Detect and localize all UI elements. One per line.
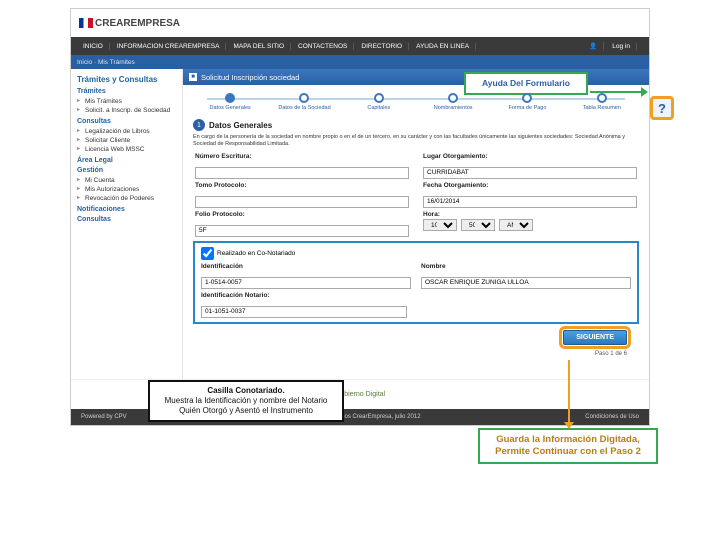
logo: CREAREMPRESA bbox=[79, 18, 180, 29]
sidebar-item[interactable]: Mis Autorizaciones bbox=[77, 185, 176, 194]
sidebar-item[interactable]: Revocación de Poderes bbox=[77, 194, 176, 203]
input-ident-not[interactable] bbox=[201, 306, 407, 318]
section-datos: 1 Datos Generales En cargo de la personer… bbox=[183, 115, 649, 363]
sub-nav: Inicio · Mis Trámites bbox=[71, 55, 649, 69]
logo-bar: CREAREMPRESA bbox=[71, 9, 649, 37]
side-group-tramites: Trámites bbox=[77, 88, 176, 95]
side-group-cons2: Consultas bbox=[77, 216, 176, 223]
sidebar-item[interactable]: Mis Trámites bbox=[77, 97, 176, 106]
nav-contact[interactable]: CONTACTENOS bbox=[292, 43, 354, 50]
content: Trámites y Consultas Trámites Mis Trámit… bbox=[71, 69, 649, 379]
select-hora[interactable]: 10 bbox=[423, 219, 457, 231]
sidebar-item[interactable]: Mi Cuenta bbox=[77, 176, 176, 185]
input-nombre[interactable] bbox=[421, 277, 631, 289]
side-group-consultas: Consultas bbox=[77, 118, 176, 125]
login-link[interactable]: 👤Log in bbox=[577, 42, 643, 50]
chk-conotariado[interactable]: Realizado en Co-Notariado bbox=[201, 247, 631, 260]
nav-mapa[interactable]: MAPA DEL SITIO bbox=[227, 43, 291, 50]
lbl-tomo: Tomo Protocolo: bbox=[195, 182, 409, 189]
select-min[interactable]: 50 bbox=[461, 219, 495, 231]
nav-dir[interactable]: DIRECTORIO bbox=[355, 43, 409, 50]
side-group-notif: Notificaciones bbox=[77, 206, 176, 213]
callout-notary: Casilla Conotariado. Muestra la Identifi… bbox=[148, 380, 344, 422]
step-5[interactable]: Forma de Pago bbox=[490, 93, 564, 111]
input-lugar[interactable] bbox=[423, 167, 637, 179]
form-icon: ■ bbox=[189, 73, 197, 81]
lbl-hora: Hora: bbox=[423, 211, 637, 218]
main-panel: ■ Solicitud Inscripción sociedad Datos Ge… bbox=[183, 69, 649, 379]
help-button[interactable]: ? bbox=[650, 96, 674, 120]
side-group-gestion: Gestión bbox=[77, 167, 176, 174]
callout-notary-title: Casilla Conotariado. bbox=[158, 386, 334, 396]
user-icon: 👤 bbox=[583, 42, 604, 50]
input-folio[interactable] bbox=[195, 225, 409, 237]
step-3[interactable]: Capitales bbox=[342, 93, 416, 111]
input-fecha[interactable] bbox=[423, 196, 637, 208]
sidebar-item[interactable]: Solicitar Cliente bbox=[77, 136, 176, 145]
lbl-numero: Número Escritura: bbox=[195, 153, 409, 160]
section-desc: En cargo de la personería de la sociedad… bbox=[193, 134, 639, 147]
sidebar: Trámites y Consultas Trámites Mis Trámit… bbox=[71, 69, 183, 379]
sidebar-item[interactable]: Legalización de Libros bbox=[77, 127, 176, 136]
sidebar-item[interactable]: Solicit. a Inscrip. de Sociedad bbox=[77, 106, 176, 115]
flag-icon bbox=[79, 18, 93, 28]
app-window: CREAREMPRESA INICIO INFORMACION CREAREMP… bbox=[70, 8, 650, 426]
checkbox-conotariado[interactable] bbox=[201, 247, 214, 260]
logo-text: CREAREMPRESA bbox=[95, 18, 180, 29]
breadcrumb[interactable]: Inicio · Mis Trámites bbox=[77, 59, 135, 66]
lbl-ident-not: Identificación Notario: bbox=[201, 292, 631, 299]
nav-ayuda[interactable]: AYUDA EN LINEA bbox=[410, 43, 476, 50]
select-ampm[interactable]: AM bbox=[499, 219, 533, 231]
side-group-area: Área Legal bbox=[77, 157, 176, 164]
sidebar-title: Trámites y Consultas bbox=[77, 75, 176, 84]
chk-label: Realizado en Co-Notariado bbox=[217, 250, 295, 257]
input-numero[interactable] bbox=[195, 167, 409, 179]
form-grid: Número Escritura: Lugar Otorgamiento: To… bbox=[193, 153, 639, 237]
sidebar-item[interactable]: Licencia Web MSSC bbox=[77, 145, 176, 154]
callout-notary-body: Muestra la Identificación y nombre del N… bbox=[165, 396, 328, 415]
input-tomo[interactable] bbox=[195, 196, 409, 208]
callout-save: Guarda la Información Digitada, Permite … bbox=[478, 428, 658, 464]
nav-info[interactable]: INFORMACION CREAREMPRESA bbox=[111, 43, 227, 50]
step-indicator: Paso 1 de 6 bbox=[595, 351, 627, 357]
footer-left: Powered by CPV bbox=[81, 414, 127, 420]
lbl-ident: Identificación bbox=[201, 263, 411, 270]
nav-inicio[interactable]: INICIO bbox=[77, 43, 110, 50]
step-4[interactable]: Nombramientos bbox=[416, 93, 490, 111]
lbl-nombre: Nombre bbox=[421, 263, 631, 270]
conotariado-box: Realizado en Co-Notariado Identificación… bbox=[193, 241, 639, 324]
form-title: Solicitud Inscripción sociedad bbox=[201, 73, 299, 82]
lbl-folio: Folio Protocolo: bbox=[195, 211, 409, 218]
lbl-fecha: Fecha Otorgamiento: bbox=[423, 182, 637, 189]
step-6[interactable]: Tabla Resumen bbox=[565, 93, 639, 111]
callout-help: Ayuda Del Formulario bbox=[464, 72, 588, 95]
section-number: 1 bbox=[193, 119, 205, 131]
lbl-lugar: Lugar Otorgamiento: bbox=[423, 153, 637, 160]
section-title: Datos Generales bbox=[209, 121, 272, 130]
main-nav: INICIO INFORMACION CREAREMPRESA MAPA DEL… bbox=[71, 37, 649, 55]
step-1[interactable]: Datos Generales bbox=[193, 93, 267, 111]
siguiente-button[interactable]: SIGUIENTE bbox=[563, 330, 627, 345]
footer-right[interactable]: Condiciones de Uso bbox=[585, 414, 639, 420]
step-2[interactable]: Datos de la Sociedad bbox=[267, 93, 341, 111]
input-ident[interactable] bbox=[201, 277, 411, 289]
